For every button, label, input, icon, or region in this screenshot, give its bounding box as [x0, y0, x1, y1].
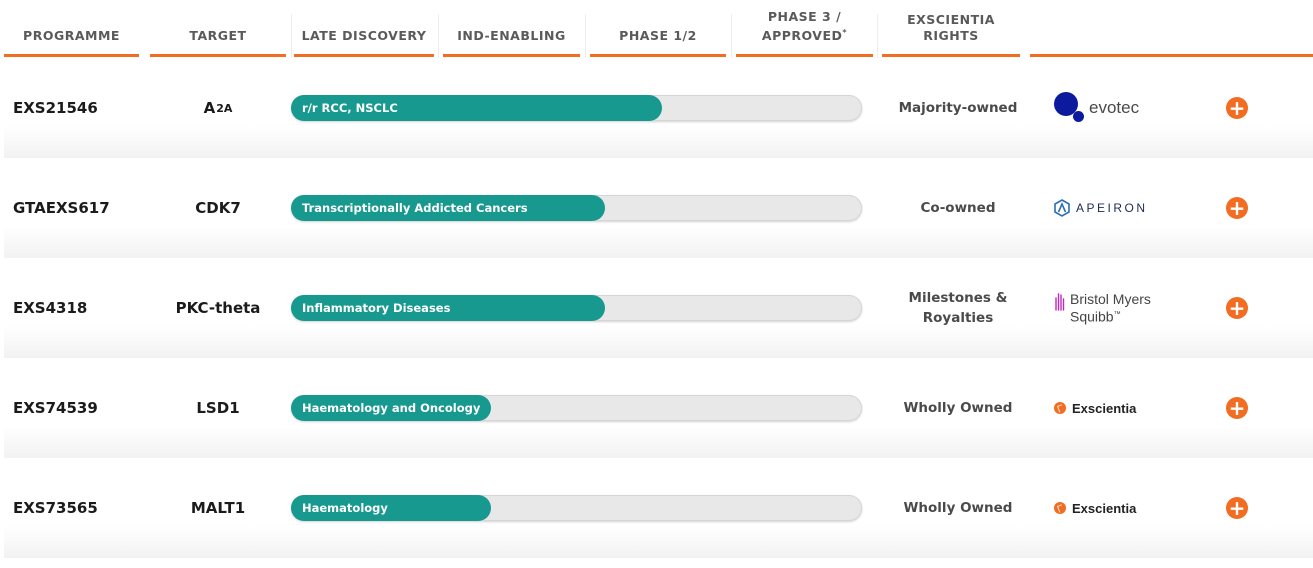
evotec-logo: evotec: [1054, 92, 1139, 122]
partner-logo: evotec: [1054, 58, 1204, 158]
partner-logo: Bristol Myers Squibb™: [1054, 258, 1204, 358]
progress-bar: r/r RCC, NSCLC: [291, 95, 663, 121]
rights-label: Majority-owned: [898, 100, 1018, 116]
exscientia-logo: Exscientia: [1054, 501, 1136, 516]
progress-track: Inflammatory Diseases: [291, 295, 862, 321]
rights-label: Wholly Owned: [903, 400, 1013, 416]
rights-label: Co-owned: [920, 200, 996, 216]
plus-icon: +: [1228, 196, 1246, 220]
target-name: PKC-theta: [175, 299, 261, 317]
progress-track: Haematology and Oncology: [291, 395, 862, 421]
progress-track: Transcriptionally Addicted Cancers: [291, 195, 862, 221]
bristol-myers-squibb-logo: Bristol Myers Squibb™: [1054, 291, 1151, 325]
programme-name: EXS4318: [13, 299, 88, 317]
expand-button[interactable]: +: [1226, 397, 1248, 419]
header-exscientia-rights: EXSCIENTIA RIGHTS: [882, 0, 1020, 57]
header-target: TARGET: [150, 0, 286, 57]
progress-track: Haematology: [291, 495, 862, 521]
header-phase-1-2: PHASE 1/2: [590, 0, 726, 57]
target-name: CDK7: [195, 199, 241, 217]
pipeline-row: EXS21546 A 2A r/r RCC, NSCLC Majority-own…: [4, 58, 1313, 158]
header-programme: PROGRAMME: [4, 0, 139, 57]
indication-label: Haematology and Oncology: [302, 401, 481, 415]
progress-bar: Inflammatory Diseases: [291, 295, 606, 321]
rights-label: Milestones & Royalties: [908, 290, 1008, 326]
header-ind-enabling: IND-ENABLING: [443, 0, 580, 57]
header-phase-3-approved: PHASE 3 / APPROVED*: [736, 0, 873, 57]
progress-track: r/r RCC, NSCLC: [291, 95, 862, 121]
exscientia-logo: Exscientia: [1054, 401, 1136, 416]
indication-label: Haematology: [302, 501, 388, 515]
exscientia-mark-icon: [1054, 402, 1066, 414]
expand-button[interactable]: +: [1226, 297, 1248, 319]
pipeline-row: GTAEXS617 CDK7 Transcriptionally Addicte…: [4, 158, 1313, 258]
partner-logo: Exscientia: [1054, 358, 1204, 458]
progress-bar: Transcriptionally Addicted Cancers: [291, 195, 606, 221]
progress-bar: Haematology: [291, 495, 491, 521]
expand-button[interactable]: +: [1226, 497, 1248, 519]
progress-bar: Haematology and Oncology: [291, 395, 491, 421]
partner-logo: Exscientia: [1054, 458, 1204, 558]
target-name: MALT1: [190, 499, 246, 517]
header-partner: [1030, 0, 1313, 57]
plus-icon: +: [1228, 396, 1246, 420]
programme-name: EXS73565: [13, 499, 98, 517]
programme-name: EXS21546: [13, 99, 98, 117]
pipeline-row: EXS4318 PKC-theta Inflammatory Diseases …: [4, 258, 1313, 358]
bms-hand-icon: [1055, 292, 1065, 311]
plus-icon: +: [1228, 96, 1246, 120]
indication-label: Transcriptionally Addicted Cancers: [302, 201, 528, 215]
target-name: A 2A: [203, 99, 233, 117]
pipeline-row: EXS73565 MALT1 Haematology Wholly Owned …: [4, 458, 1313, 558]
plus-icon: +: [1228, 496, 1246, 520]
indication-label: Inflammatory Diseases: [302, 301, 451, 315]
expand-button[interactable]: +: [1226, 97, 1248, 119]
header-late-discovery: LATE DISCOVERY: [294, 0, 434, 57]
apeiron-logo: APEIRON: [1054, 199, 1148, 217]
pipeline-row: EXS74539 LSD1 Haematology and Oncology W…: [4, 358, 1313, 458]
evotec-dot-icon: [1073, 110, 1084, 122]
programme-name: EXS74539: [13, 399, 98, 417]
partner-logo: APEIRON: [1054, 158, 1204, 258]
programme-name: GTAEXS617: [13, 199, 110, 217]
exscientia-mark-icon: [1054, 502, 1066, 514]
plus-icon: +: [1228, 296, 1246, 320]
expand-button[interactable]: +: [1226, 197, 1248, 219]
apeiron-mark-icon: [1054, 199, 1070, 217]
indication-label: r/r RCC, NSCLC: [302, 101, 398, 115]
rights-label: Wholly Owned: [903, 500, 1013, 516]
target-name: LSD1: [196, 399, 240, 417]
